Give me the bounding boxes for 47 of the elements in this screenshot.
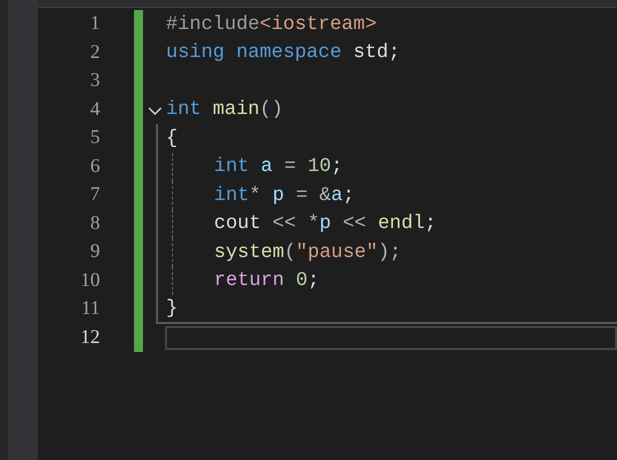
code-token: * [249,182,261,208]
code-token: a [331,182,343,208]
code-token: ; [342,182,354,208]
change-marker [134,10,143,38]
code-token: p [319,211,332,236]
line-number: 10 [80,268,100,292]
code-token: <iostream> [260,12,377,37]
code-token: a [260,154,273,180]
line-number: 2 [89,40,100,64]
code-token: = [283,154,297,180]
line-number: 11 [80,297,100,321]
line-number: 1 [89,12,100,36]
code-token: 10 [308,154,332,180]
code-token: #include [166,12,260,37]
code-token: std; [352,40,400,66]
code-token: return [214,268,284,294]
code-token: { [166,126,178,151]
code-token: main [212,97,260,122]
line-number: 9 [89,240,100,264]
code-token: using namespace [166,40,342,66]
code-token: ; [308,268,320,294]
code-token: << [342,211,368,236]
line-number: 8 [89,212,100,236]
code-token: = & [294,182,332,208]
code-token: int [214,154,250,180]
code-token: endl [378,211,425,236]
code-token: << * [272,211,320,236]
change-marker [134,324,143,352]
code-token: "pause" [296,240,378,265]
line-number: 5 [89,126,100,150]
code-token: ( [284,240,296,265]
code-token: system [214,240,284,265]
code-token: 0 [294,268,308,294]
line-number: 6 [89,154,100,178]
code-token: int [214,182,250,208]
line-number: 12 [80,326,100,350]
code-token: cout [214,211,261,236]
line-number: 4 [89,98,100,122]
line-number: 3 [89,69,100,93]
line-number: 7 [89,183,100,207]
code-token: () [260,97,284,122]
code-token: ); [378,240,402,265]
code-token: p [272,182,284,208]
code-token: int [166,97,202,122]
code-token: ; [424,211,436,236]
code-token: } [166,296,178,321]
code-token: ; [331,154,343,180]
